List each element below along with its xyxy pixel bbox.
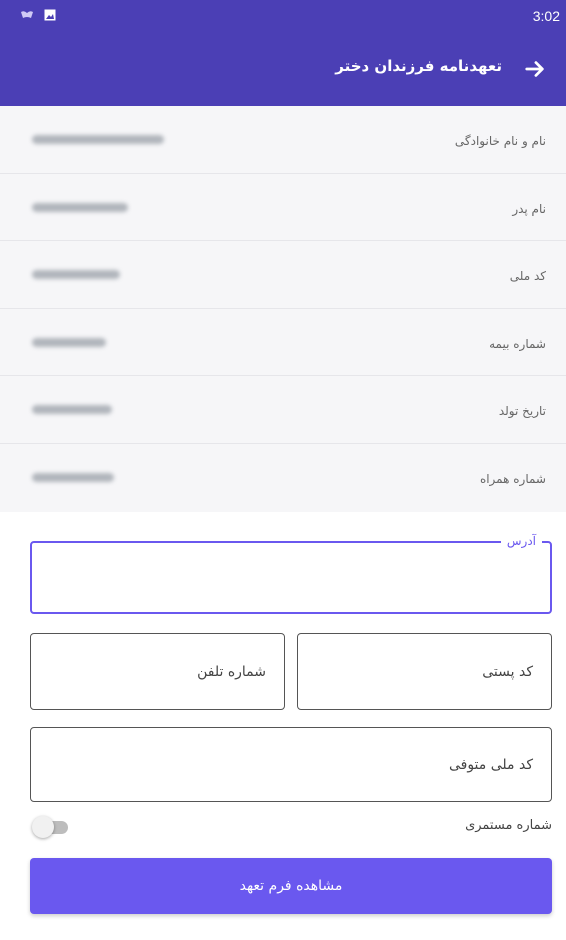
address-label: آدرس [500,534,542,548]
postal-code-field[interactable]: کد پستی [297,633,552,710]
notification-icon [21,11,33,18]
info-label: شماره بیمه [489,336,546,351]
page-title: تعهدنامه فرزندان دختر [335,57,502,75]
deceased-national-code-placeholder: کد ملی متوفی [448,756,533,773]
info-row-father-name: نام پدر [0,174,566,242]
postal-code-placeholder: کد پستی [482,663,533,680]
info-label: تاریخ تولد [498,404,546,419]
arrow-right-icon[interactable] [524,58,546,80]
info-label: شماره همراه [479,471,546,486]
pension-number-row: شماره مستمری [30,814,552,840]
info-row-full-name: نام و نام خانوادگی [0,106,566,174]
info-row-national-code: کد ملی [0,241,566,309]
redacted-value [32,337,106,347]
info-label: کد ملی [509,269,546,284]
phone-placeholder: شماره تلفن [197,663,266,680]
phone-field[interactable]: شماره تلفن [30,633,285,710]
info-row-insurance-number: شماره بیمه [0,309,566,377]
address-field[interactable]: آدرس [30,534,552,614]
image-icon [44,9,56,21]
redacted-value [32,405,112,415]
app-bar: تعهدنامه فرزندان دختر [0,34,566,106]
info-list: نام و نام خانوادگی نام پدر کد ملی شماره … [0,106,566,512]
status-time: 3:02 [532,8,560,24]
deceased-national-code-field[interactable]: کد ملی متوفی [30,727,552,802]
info-label: نام پدر [512,201,546,216]
redacted-value [32,270,120,280]
view-commitment-form-button[interactable]: مشاهده فرم تعهد [30,858,552,914]
info-label: نام و نام خانوادگی [454,134,546,148]
pension-number-switch[interactable] [32,816,68,838]
redacted-value [32,202,128,212]
pension-number-label: شماره مستمری [465,818,552,833]
switch-thumb [32,816,54,838]
redacted-value [32,472,114,482]
info-row-mobile-number: شماره همراه [0,444,566,512]
info-row-birth-date: تاریخ تولد [0,376,566,444]
redacted-value [32,135,164,144]
status-bar: 3:02 [0,0,566,34]
